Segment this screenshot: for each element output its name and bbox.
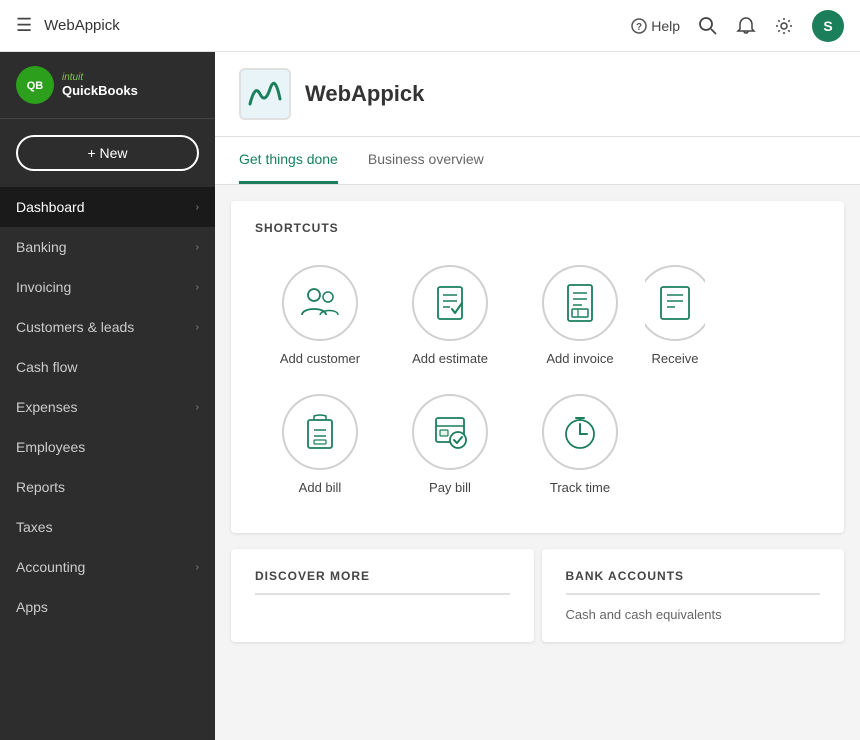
track-time-icon-circle xyxy=(542,394,618,470)
add-estimate-icon-circle xyxy=(412,265,488,341)
sidebar-item-apps[interactable]: Apps xyxy=(0,587,215,627)
shortcut-add-invoice[interactable]: Add invoice xyxy=(515,255,645,384)
pay-bill-icon-circle xyxy=(412,394,488,470)
add-bill-label: Add bill xyxy=(299,480,342,497)
sidebar: QB intuit QuickBooks + New Dashboard›Ban… xyxy=(0,52,215,740)
bank-title: BANK ACCOUNTS xyxy=(566,569,821,595)
sidebar-item-reports[interactable]: Reports xyxy=(0,467,215,507)
shortcut-pay-bill[interactable]: Pay bill xyxy=(385,384,515,513)
discover-title: DISCOVER MORE xyxy=(255,569,510,595)
tabs-bar: Get things done Business overview xyxy=(215,137,860,185)
add-customer-icon-circle xyxy=(282,265,358,341)
shortcuts-card: SHORTCUTS Add customer xyxy=(231,201,844,533)
menu-icon[interactable]: ☰ xyxy=(16,15,32,36)
receive-label: Receive xyxy=(652,351,699,368)
shortcuts-grid: Add customer Add estimate xyxy=(255,255,820,384)
add-estimate-label: Add estimate xyxy=(412,351,488,368)
help-button[interactable]: ? Help xyxy=(631,18,680,34)
sidebar-item-dashboard[interactable]: Dashboard› xyxy=(0,187,215,227)
header-company-name: WebAppick xyxy=(44,17,631,34)
add-invoice-icon-circle xyxy=(542,265,618,341)
nav-arrow-icon: › xyxy=(196,242,199,253)
discover-more-card: DISCOVER MORE xyxy=(231,549,534,642)
receive-icon-circle xyxy=(645,265,705,341)
top-header: ☰ WebAppick ? Help S xyxy=(0,0,860,52)
user-avatar[interactable]: S xyxy=(812,10,844,42)
main-layout: QB intuit QuickBooks + New Dashboard›Ban… xyxy=(0,52,860,740)
sidebar-item-expenses[interactable]: Expenses› xyxy=(0,387,215,427)
sidebar-item-customers--leads[interactable]: Customers & leads› xyxy=(0,307,215,347)
nav-arrow-icon: › xyxy=(196,402,199,413)
sidebar-item-accounting[interactable]: Accounting› xyxy=(0,547,215,587)
track-time-label: Track time xyxy=(550,480,610,497)
svg-text:QB: QB xyxy=(27,80,44,92)
add-invoice-label: Add invoice xyxy=(546,351,613,368)
sidebar-item-invoicing[interactable]: Invoicing› xyxy=(0,267,215,307)
brand-text: intuit QuickBooks xyxy=(62,72,138,98)
shortcuts-title: SHORTCUTS xyxy=(255,221,820,235)
shortcut-track-time[interactable]: Track time xyxy=(515,384,645,513)
nav-arrow-icon: › xyxy=(196,282,199,293)
nav-arrow-icon: › xyxy=(196,322,199,333)
nav-arrow-icon: › xyxy=(196,202,199,213)
shortcut-add-bill[interactable]: Add bill xyxy=(255,384,385,513)
sidebar-item-cash-flow[interactable]: Cash flow xyxy=(0,347,215,387)
new-button[interactable]: + New xyxy=(16,135,199,171)
quickbooks-logo: QB xyxy=(16,66,54,104)
tab-get-things-done[interactable]: Get things done xyxy=(239,137,338,184)
shortcut-receive[interactable]: Receive xyxy=(645,255,705,384)
tab-business-overview[interactable]: Business overview xyxy=(368,137,484,184)
company-header: WebAppick xyxy=(215,52,860,137)
header-actions: ? Help S xyxy=(631,10,844,42)
add-customer-label: Add customer xyxy=(280,351,360,368)
shortcut-add-estimate[interactable]: Add estimate xyxy=(385,255,515,384)
company-title: WebAppick xyxy=(305,81,424,107)
add-bill-icon-circle xyxy=(282,394,358,470)
svg-text:?: ? xyxy=(636,22,642,33)
bottom-sections: DISCOVER MORE BANK ACCOUNTS Cash and cas… xyxy=(231,549,844,642)
nav-menu: Dashboard›Banking›Invoicing›Customers & … xyxy=(0,187,215,627)
company-logo xyxy=(239,68,291,120)
notification-icon[interactable] xyxy=(736,16,756,36)
search-icon[interactable] xyxy=(698,16,718,36)
sidebar-logo: QB intuit QuickBooks xyxy=(0,52,215,119)
sidebar-item-employees[interactable]: Employees xyxy=(0,427,215,467)
content-area: WebAppick Get things done Business overv… xyxy=(215,52,860,740)
bank-accounts-card: BANK ACCOUNTS Cash and cash equivalents xyxy=(542,549,845,642)
sidebar-item-banking[interactable]: Banking› xyxy=(0,227,215,267)
pay-bill-label: Pay bill xyxy=(429,480,471,497)
shortcuts-grid-row2: Add bill Pay bill xyxy=(255,384,820,513)
nav-arrow-icon: › xyxy=(196,562,199,573)
settings-icon[interactable] xyxy=(774,16,794,36)
bank-subtitle: Cash and cash equivalents xyxy=(566,607,821,622)
shortcut-add-customer[interactable]: Add customer xyxy=(255,255,385,384)
sidebar-item-taxes[interactable]: Taxes xyxy=(0,507,215,547)
help-circle-icon: ? xyxy=(631,18,647,34)
